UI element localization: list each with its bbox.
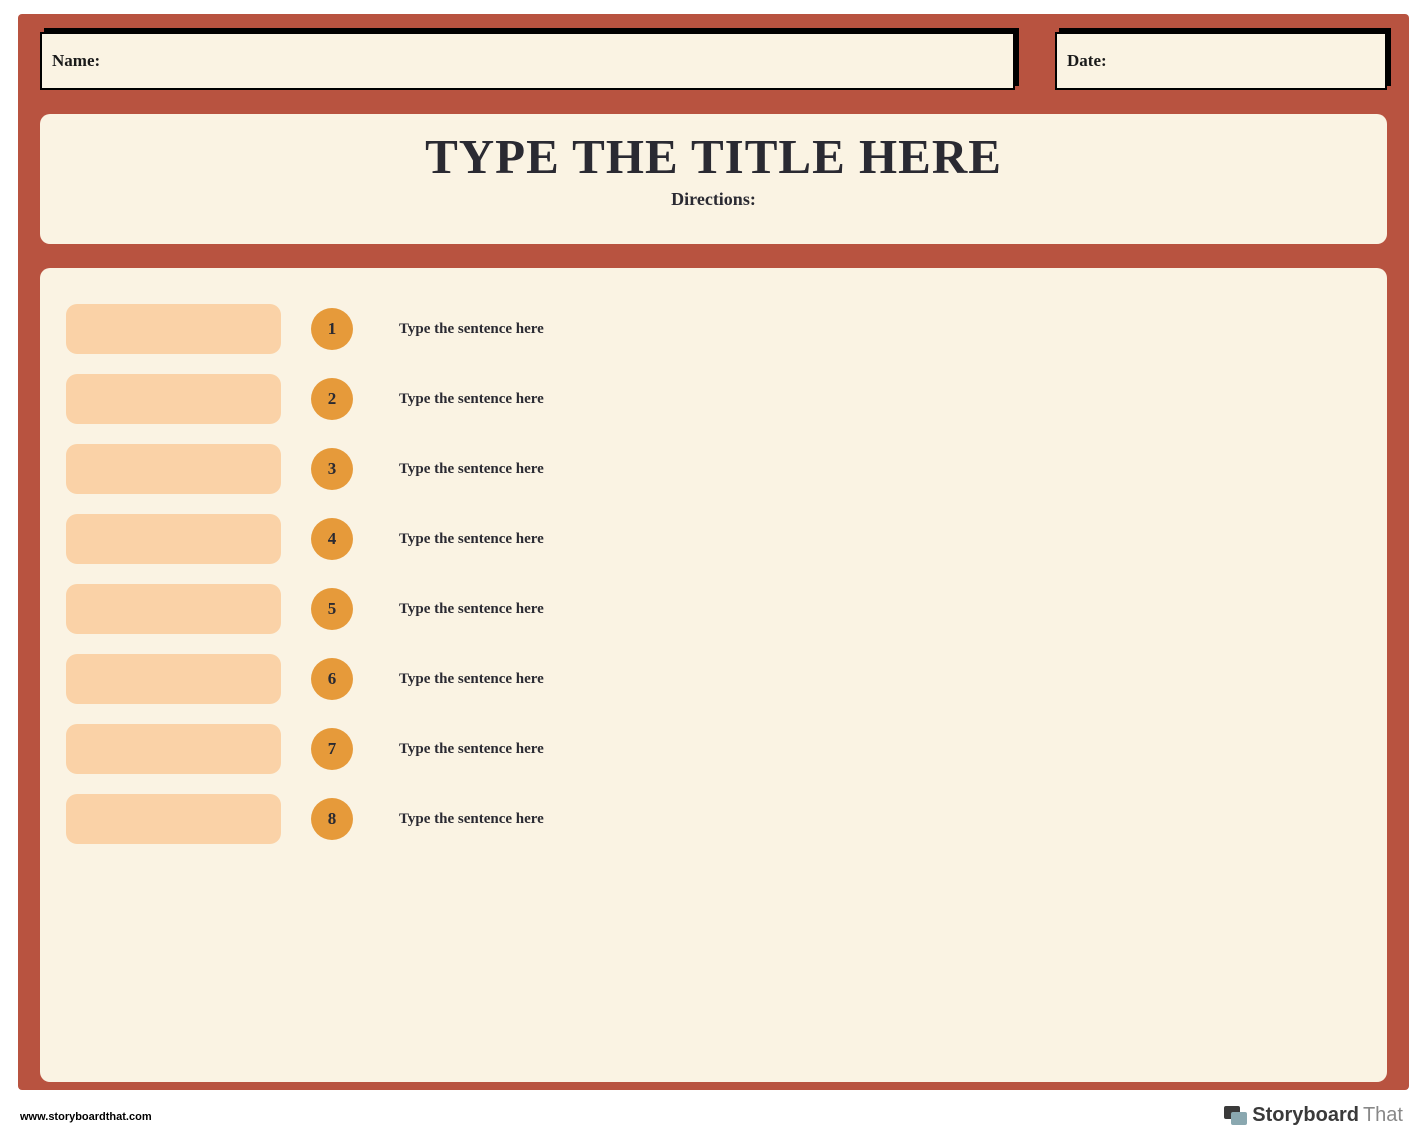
number-circle: 6: [311, 658, 353, 700]
number-circle: 2: [311, 378, 353, 420]
name-field[interactable]: Name:: [40, 32, 1015, 90]
sentence-text[interactable]: Type the sentence here: [399, 461, 544, 478]
answer-box[interactable]: [66, 444, 281, 494]
answer-box[interactable]: [66, 584, 281, 634]
answer-box[interactable]: [66, 514, 281, 564]
sentence-text[interactable]: Type the sentence here: [399, 741, 544, 758]
answer-box[interactable]: [66, 374, 281, 424]
number-circle: 4: [311, 518, 353, 560]
sentence-row: 8 Type the sentence here: [66, 794, 1361, 844]
number-circle: 1: [311, 308, 353, 350]
logo-text-storyboard: Storyboard: [1252, 1104, 1359, 1127]
logo-text-that: That: [1363, 1104, 1403, 1127]
sentence-row: 3 Type the sentence here: [66, 444, 1361, 494]
row-number: 3: [328, 459, 337, 479]
sentence-text[interactable]: Type the sentence here: [399, 321, 544, 338]
row-number: 4: [328, 529, 337, 549]
footer-url: www.storyboardthat.com: [20, 1111, 152, 1123]
title-panel: TYPE THE TITLE HERE Directions:: [40, 114, 1387, 244]
sentence-row: 7 Type the sentence here: [66, 724, 1361, 774]
directions-label[interactable]: Directions:: [40, 189, 1387, 210]
number-circle: 3: [311, 448, 353, 490]
sentence-row: 4 Type the sentence here: [66, 514, 1361, 564]
sentence-text[interactable]: Type the sentence here: [399, 531, 544, 548]
sentence-text[interactable]: Type the sentence here: [399, 601, 544, 618]
row-number: 6: [328, 669, 337, 689]
answer-box[interactable]: [66, 304, 281, 354]
answer-box[interactable]: [66, 724, 281, 774]
storyboard-logo-icon: [1224, 1106, 1248, 1126]
sentence-text[interactable]: Type the sentence here: [399, 671, 544, 688]
answer-box[interactable]: [66, 654, 281, 704]
worksheet-title[interactable]: TYPE THE TITLE HERE: [40, 128, 1387, 185]
row-number: 1: [328, 319, 337, 339]
sentence-text[interactable]: Type the sentence here: [399, 391, 544, 408]
number-circle: 8: [311, 798, 353, 840]
sentence-row: 2 Type the sentence here: [66, 374, 1361, 424]
name-field-wrap: Name:: [40, 32, 1015, 90]
number-circle: 5: [311, 588, 353, 630]
sentence-row: 1 Type the sentence here: [66, 304, 1361, 354]
sentence-row: 5 Type the sentence here: [66, 584, 1361, 634]
footer-logo: StoryboardThat: [1224, 1104, 1403, 1127]
content-panel: 1 Type the sentence here 2 Type the sent…: [40, 268, 1387, 1082]
row-number: 5: [328, 599, 337, 619]
worksheet-frame: Name: Date: TYPE THE TITLE HERE Directio…: [18, 14, 1409, 1090]
sentence-text[interactable]: Type the sentence here: [399, 811, 544, 828]
date-field-wrap: Date:: [1055, 32, 1387, 90]
date-label: Date:: [1067, 51, 1107, 71]
date-field[interactable]: Date:: [1055, 32, 1387, 90]
number-circle: 7: [311, 728, 353, 770]
row-number: 2: [328, 389, 337, 409]
name-label: Name:: [52, 51, 100, 71]
sentence-row: 6 Type the sentence here: [66, 654, 1361, 704]
answer-box[interactable]: [66, 794, 281, 844]
row-number: 7: [328, 739, 337, 759]
header-row: Name: Date:: [18, 14, 1409, 90]
row-number: 8: [328, 809, 337, 829]
